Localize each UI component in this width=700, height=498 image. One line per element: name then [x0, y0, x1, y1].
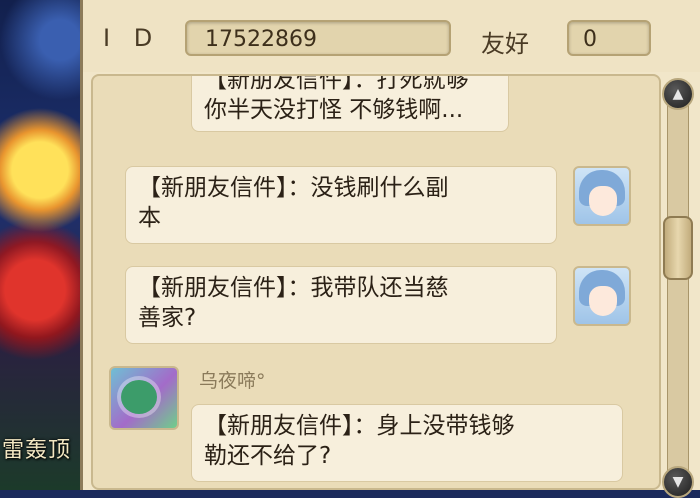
scene-caption: 雷轰顶: [2, 438, 72, 463]
scroll-down-icon[interactable]: ▼: [662, 466, 694, 498]
friend-avatar-icon[interactable]: [109, 366, 179, 430]
id-value-field: 17522869: [185, 20, 451, 56]
message-line: 【新朋友信件】：身上没带钱够: [204, 413, 515, 439]
scrollbar-thumb[interactable]: [663, 216, 693, 280]
message-line: 善家?: [138, 305, 197, 331]
friend-info-header: I D 17522869 友好 0: [83, 0, 700, 72]
girl-avatar-icon[interactable]: [573, 266, 631, 326]
message-line: 本: [138, 205, 161, 231]
friend-chat-panel: I D 17522869 友好 0 【新朋友信件】：打死就够 你半天没打怪 不够…: [80, 0, 700, 498]
game-scene-background: 雷轰顶: [0, 0, 82, 490]
id-label: I D: [103, 24, 161, 52]
scroll-up-icon[interactable]: ▲: [662, 78, 694, 110]
chat-message: 【新朋友信件】：身上没带钱够 勒还不给了?: [191, 404, 623, 482]
friendship-value-field: 0: [567, 20, 651, 56]
chat-message: 【新朋友信件】：没钱刷什么副 本: [125, 166, 557, 244]
friendship-label: 友好: [481, 30, 529, 58]
message-line: 【新朋友信件】：没钱刷什么副: [138, 175, 449, 201]
message-line: 勒还不给了?: [204, 443, 332, 469]
chat-message: 【新朋友信件】：我带队还当慈 善家?: [125, 266, 557, 344]
message-line: 你半天没打怪 不够钱啊...: [204, 97, 464, 123]
message-line: 【新朋友信件】：我带队还当慈: [138, 275, 449, 301]
message-line: 【新朋友信件】：打死就够: [204, 74, 469, 93]
chat-history[interactable]: 【新朋友信件】：打死就够 你半天没打怪 不够钱啊... 【新朋友信件】：没钱刷什…: [91, 74, 661, 490]
sender-name: 乌夜啼°: [199, 370, 266, 392]
chat-message: 【新朋友信件】：打死就够 你半天没打怪 不够钱啊...: [191, 74, 509, 132]
girl-avatar-icon[interactable]: [573, 166, 631, 226]
scrollbar-track[interactable]: [667, 88, 689, 488]
